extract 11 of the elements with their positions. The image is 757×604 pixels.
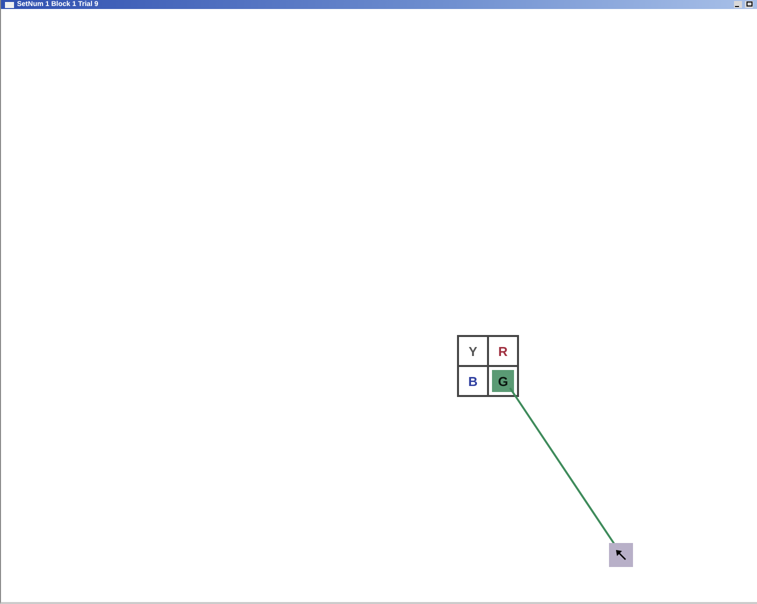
cell-letter: Y bbox=[468, 344, 478, 358]
cell-letter: G bbox=[498, 374, 508, 388]
cursor-icon bbox=[616, 550, 626, 560]
restore-icon[interactable] bbox=[745, 1, 753, 8]
grid-cell[interactable]: B bbox=[458, 366, 488, 396]
minimize-icon[interactable] bbox=[734, 1, 742, 8]
grid-cell[interactable]: Y bbox=[458, 336, 488, 366]
grid-cell[interactable]: G bbox=[488, 366, 518, 396]
cell-letter: B bbox=[468, 374, 478, 388]
grid-cell[interactable]: R bbox=[488, 336, 518, 366]
cell-letter: R bbox=[498, 344, 508, 358]
